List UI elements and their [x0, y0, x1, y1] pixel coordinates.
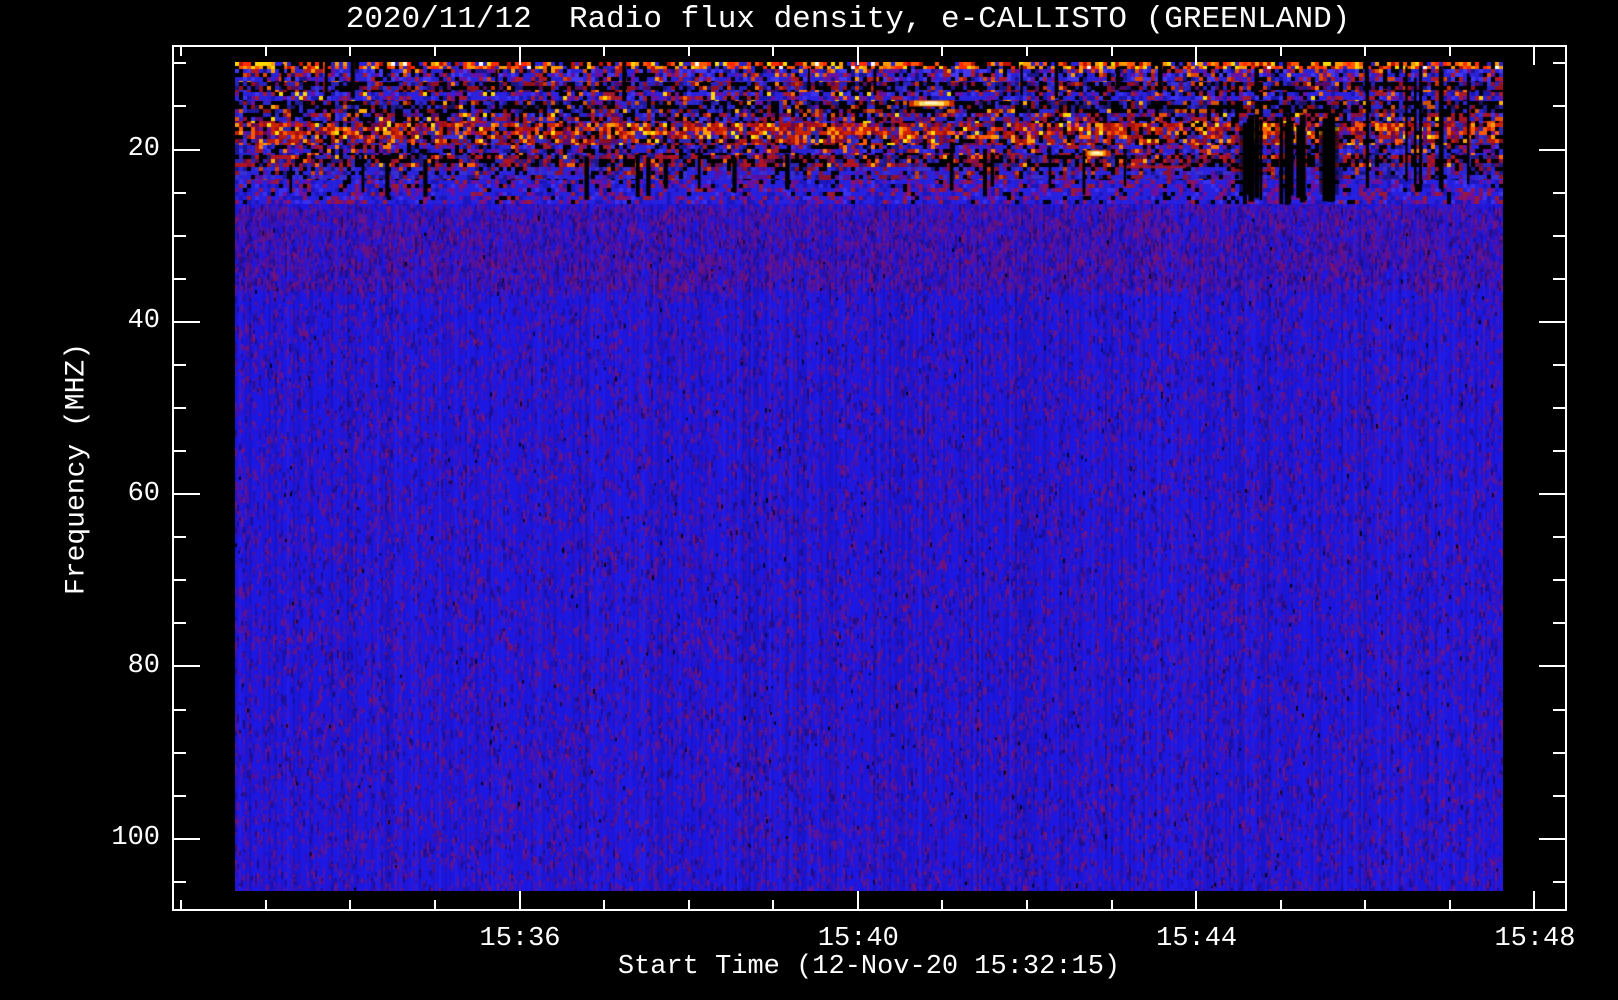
y-axis-major-tick: [1539, 321, 1565, 323]
x-axis-minor-tick: [180, 47, 182, 56]
y-axis-minor-tick: [1553, 407, 1565, 409]
x-axis-title: Start Time (12-Nov-20 15:32:15): [617, 952, 1121, 982]
y-axis-minor-tick: [1553, 752, 1565, 754]
y-axis-minor-tick: [174, 364, 186, 366]
x-axis-minor-tick: [688, 47, 690, 56]
y-axis-minor-tick: [174, 235, 186, 237]
y-axis-minor-tick: [1553, 881, 1565, 883]
y-tick-label: 40: [127, 306, 160, 337]
x-axis-minor-tick: [1111, 47, 1113, 56]
y-axis-minor-tick: [1553, 450, 1565, 452]
x-axis-minor-tick: [941, 900, 943, 909]
x-axis-major-tick: [1195, 47, 1197, 65]
x-axis-minor-tick: [1364, 900, 1366, 909]
y-axis-minor-tick: [174, 278, 186, 280]
y-axis-title: Frequency (MHZ): [61, 342, 93, 596]
x-axis-minor-tick: [180, 900, 182, 909]
y-axis-minor-tick: [1553, 622, 1565, 624]
x-axis-minor-tick: [434, 900, 436, 909]
y-axis-minor-tick: [174, 709, 186, 711]
x-axis-minor-tick: [941, 47, 943, 56]
x-axis-minor-tick: [603, 900, 605, 909]
x-axis-minor-tick: [1280, 47, 1282, 56]
y-axis-minor-tick: [1553, 62, 1565, 64]
x-axis-minor-tick: [772, 47, 774, 56]
x-tick-label: 15:44: [1156, 924, 1238, 954]
y-axis-major-tick: [1539, 149, 1565, 151]
x-axis-minor-tick: [1449, 47, 1451, 56]
chart-title: 2020/11/12 Radio flux density, e-CALLIST…: [345, 2, 1351, 37]
y-axis-minor-tick: [1553, 795, 1565, 797]
spectrogram-page: 2020/11/12 Radio flux density, e-CALLIST…: [0, 0, 1618, 1000]
y-axis-minor-tick: [1553, 235, 1565, 237]
y-axis-minor-tick: [1553, 709, 1565, 711]
y-axis-minor-tick: [174, 795, 186, 797]
y-axis-major-tick: [174, 838, 200, 840]
y-tick-label: 20: [127, 134, 160, 164]
x-axis-major-tick: [857, 47, 859, 65]
y-axis-minor-tick: [174, 407, 186, 409]
y-axis-minor-tick: [174, 62, 186, 64]
x-axis-minor-tick: [772, 900, 774, 909]
x-axis-minor-tick: [1026, 47, 1028, 56]
y-axis-minor-tick: [174, 579, 186, 581]
y-tick-label: 80: [127, 650, 160, 681]
x-axis-major-tick: [519, 891, 521, 909]
y-axis-major-tick: [1539, 493, 1565, 495]
x-axis-minor-tick: [1111, 900, 1113, 909]
y-axis-minor-tick: [1553, 192, 1565, 194]
x-axis-major-tick: [1533, 891, 1535, 909]
x-axis-minor-tick: [1280, 900, 1282, 909]
y-axis-major-tick: [174, 665, 200, 667]
y-axis-minor-tick: [174, 536, 186, 538]
x-tick-label: 15:48: [1494, 924, 1576, 954]
y-axis-minor-tick: [174, 881, 186, 883]
y-axis-minor-tick: [1553, 536, 1565, 538]
x-axis-minor-tick: [265, 47, 267, 56]
y-axis-major-tick: [174, 149, 200, 151]
y-axis-minor-tick: [174, 450, 186, 452]
y-axis-minor-tick: [174, 105, 186, 107]
x-axis-minor-tick: [603, 47, 605, 56]
x-axis-minor-tick: [1449, 900, 1451, 909]
y-axis-minor-tick: [174, 752, 186, 754]
y-axis-minor-tick: [1553, 364, 1565, 366]
y-axis-minor-tick: [1553, 579, 1565, 581]
y-axis-minor-tick: [174, 192, 186, 194]
x-axis-major-tick: [857, 891, 859, 909]
x-axis-major-tick: [1195, 891, 1197, 909]
x-axis-major-tick: [519, 47, 521, 65]
y-axis-major-tick: [174, 321, 200, 323]
y-axis-major-tick: [1539, 665, 1565, 667]
y-tick-label: 100: [111, 823, 160, 854]
y-axis-major-tick: [1539, 838, 1565, 840]
x-tick-label: 15:40: [817, 924, 899, 954]
x-axis-major-tick: [1533, 47, 1535, 65]
x-axis-minor-tick: [349, 900, 351, 909]
x-axis-minor-tick: [349, 47, 351, 56]
plot-frame: [172, 45, 1567, 911]
y-axis-major-tick: [174, 493, 200, 495]
x-tick-label: 15:36: [479, 924, 561, 954]
y-axis-minor-tick: [1553, 278, 1565, 280]
x-axis-minor-tick: [1026, 900, 1028, 909]
x-axis-minor-tick: [434, 47, 436, 56]
x-axis-minor-tick: [688, 900, 690, 909]
y-axis-minor-tick: [174, 622, 186, 624]
x-axis-minor-tick: [1364, 47, 1366, 56]
x-axis-minor-tick: [265, 900, 267, 909]
y-axis-minor-tick: [1553, 105, 1565, 107]
